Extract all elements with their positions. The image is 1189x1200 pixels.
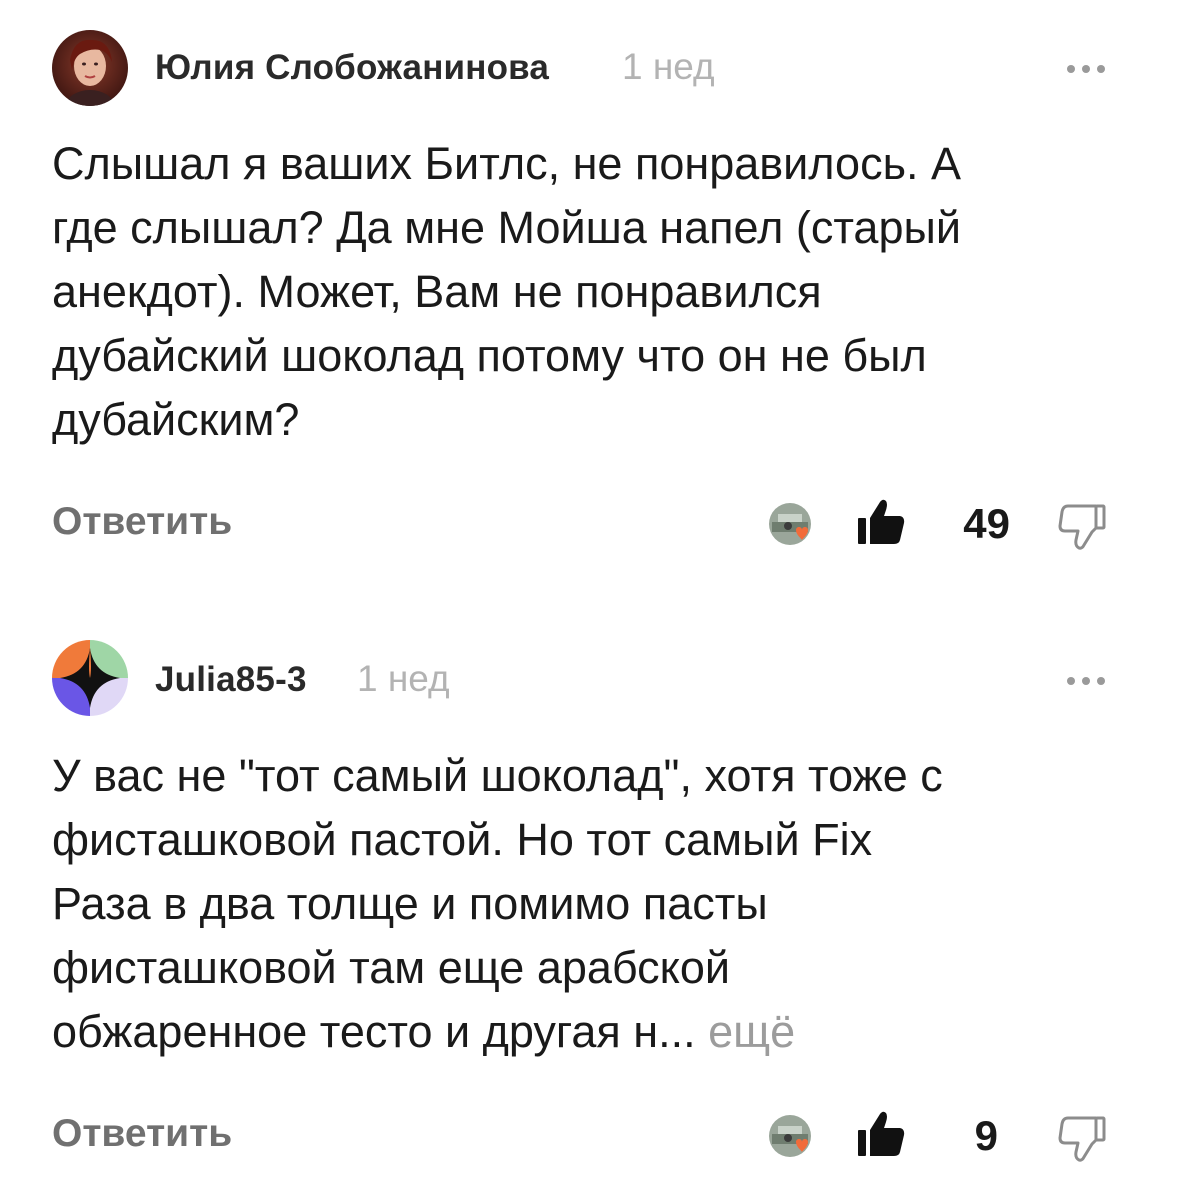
author-name[interactable]: Julia85-3 [155, 660, 307, 700]
comment-time: 1 нед [357, 658, 450, 699]
like-icon[interactable] [856, 1110, 906, 1158]
likes-count: 49 [963, 500, 1010, 547]
author-name[interactable]: Юлия Слобожанинова [155, 48, 549, 88]
reply-button[interactable]: Ответить [52, 500, 232, 544]
dislike-icon[interactable] [1058, 1114, 1108, 1164]
more-options-icon[interactable] [1065, 62, 1107, 74]
comment-body: Слышал я ваших Битлс, не понравилось. А … [52, 138, 962, 445]
likes-count: 9 [974, 1112, 998, 1159]
author-avatar-icon[interactable] [52, 640, 128, 716]
dislike-icon[interactable] [1058, 502, 1108, 552]
comment-body: У вас не "тот самый шоколад", хотя тоже … [52, 750, 943, 1057]
reply-button[interactable]: Ответить [52, 1112, 232, 1156]
comment-text: Слышал я ваших Битлс, не понравилось. А … [52, 132, 1142, 452]
comment-time: 1 нед [622, 46, 715, 87]
show-more-link[interactable]: ещё [708, 1006, 795, 1057]
comment-text: У вас не "тот самый шоколад", хотя тоже … [52, 744, 1142, 1064]
comment: Julia85-3 1 нед У вас не "тот самый шоко… [0, 612, 1189, 1200]
reactor-avatar-icon [768, 502, 814, 548]
author-avatar-icon[interactable] [52, 30, 128, 106]
comment: Юлия Слобожанинова 1 нед Слышал я ваших … [0, 0, 1189, 600]
reactor-avatar-icon [768, 1114, 814, 1160]
like-icon[interactable] [856, 498, 906, 546]
more-options-icon[interactable] [1065, 674, 1107, 686]
